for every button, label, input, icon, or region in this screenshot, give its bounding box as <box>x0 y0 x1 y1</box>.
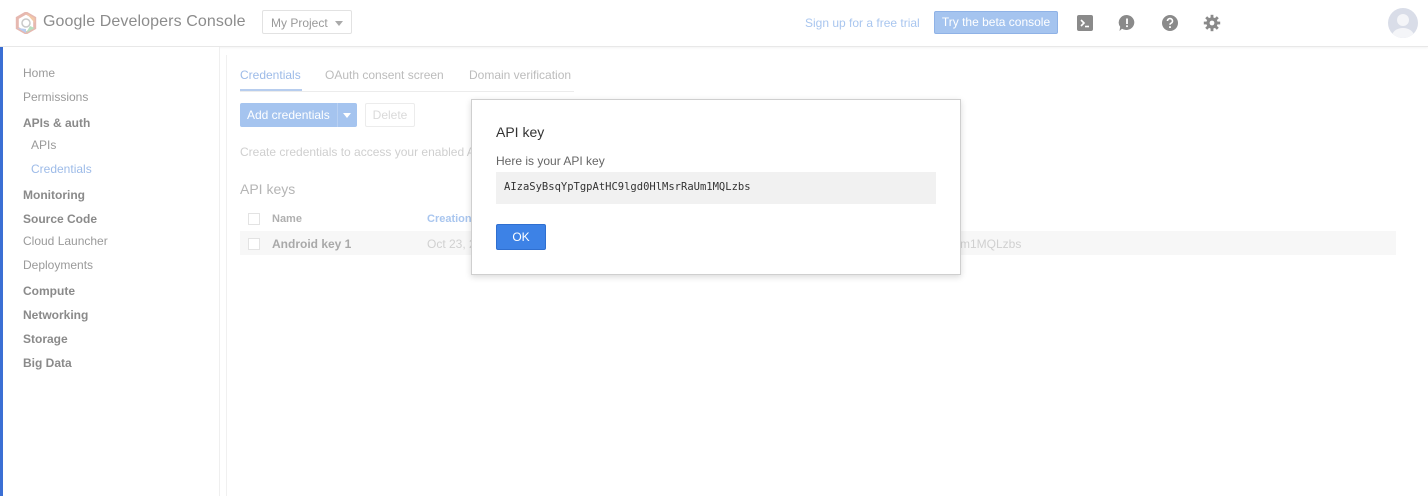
key-value: m1MQLzbs <box>960 237 1022 251</box>
nav-apis[interactable]: APIs <box>31 138 56 152</box>
nav-credentials[interactable]: Credentials <box>31 162 92 176</box>
nav-apis-and-auth[interactable]: APIs & auth <box>23 116 90 130</box>
api-key-field[interactable]: AIzaSyBsqYpTgpAtHC9lgd0HlMsrRaUm1MQLzbs <box>496 172 936 204</box>
chevron-down-icon <box>343 113 351 118</box>
tab-credentials[interactable]: Credentials <box>240 68 301 82</box>
tabs-divider <box>240 91 574 92</box>
column-header-creation-date[interactable]: Creation <box>427 213 472 225</box>
console-title[interactable]: Google Developers Console <box>43 13 246 31</box>
add-credentials-button[interactable]: Add credentials <box>240 103 357 127</box>
developers-console-logo-icon[interactable] <box>15 12 37 34</box>
api-key-dialog: API key Here is your API key AIzaSyBsqYp… <box>471 99 961 275</box>
column-header-name[interactable]: Name <box>272 213 302 225</box>
nav-home[interactable]: Home <box>23 66 55 80</box>
nav-source-code[interactable]: Source Code <box>23 212 97 226</box>
add-credentials-label: Add credentials <box>247 108 330 122</box>
nav-compute[interactable]: Compute <box>23 284 75 298</box>
try-beta-console-button[interactable]: Try the beta console <box>934 11 1058 34</box>
feedback-icon[interactable] <box>1118 14 1136 32</box>
top-bar: Google Developers Console My Project Sig… <box>0 0 1428 47</box>
tab-domain-verification[interactable]: Domain verification <box>469 68 571 82</box>
active-tab-indicator <box>240 89 302 91</box>
project-selector[interactable]: My Project <box>262 10 352 34</box>
dialog-title: API key <box>496 124 545 140</box>
tab-oauth-consent-screen[interactable]: OAuth consent screen <box>325 68 444 82</box>
help-icon[interactable] <box>1161 14 1179 32</box>
nav-storage[interactable]: Storage <box>23 332 68 346</box>
account-avatar[interactable] <box>1388 8 1418 38</box>
api-keys-heading: API keys <box>240 181 296 197</box>
key-creation-date: Oct 23, 2 <box>427 237 476 251</box>
row-checkbox[interactable] <box>248 238 260 250</box>
api-key-value[interactable]: AIzaSyBsqYpTgpAtHC9lgd0HlMsrRaUm1MQLzbs <box>504 181 751 193</box>
select-all-checkbox[interactable] <box>248 213 260 225</box>
free-trial-link[interactable]: Sign up for a free trial <box>805 16 920 30</box>
nav-deployments[interactable]: Deployments <box>23 258 93 272</box>
nav-big-data[interactable]: Big Data <box>23 356 72 370</box>
delete-button[interactable]: Delete <box>365 103 415 127</box>
button-separator <box>337 103 338 127</box>
nav-monitoring[interactable]: Monitoring <box>23 188 85 202</box>
cloud-shell-icon[interactable] <box>1076 14 1094 32</box>
chevron-down-icon <box>335 21 343 26</box>
ok-button[interactable]: OK <box>496 224 546 250</box>
project-name: My Project <box>271 16 328 30</box>
credentials-description: Create credentials to access your enable… <box>240 145 475 159</box>
nav-permissions[interactable]: Permissions <box>23 90 88 104</box>
key-name-link[interactable]: Android key 1 <box>272 237 351 251</box>
dialog-subtitle: Here is your API key <box>496 154 605 168</box>
left-navigation: Home Permissions APIs & auth APIs Creden… <box>3 47 220 496</box>
user-silhouette-icon <box>1392 14 1414 38</box>
nav-networking[interactable]: Networking <box>23 308 88 322</box>
nav-cloud-launcher[interactable]: Cloud Launcher <box>23 234 108 248</box>
settings-icon[interactable] <box>1203 14 1221 32</box>
